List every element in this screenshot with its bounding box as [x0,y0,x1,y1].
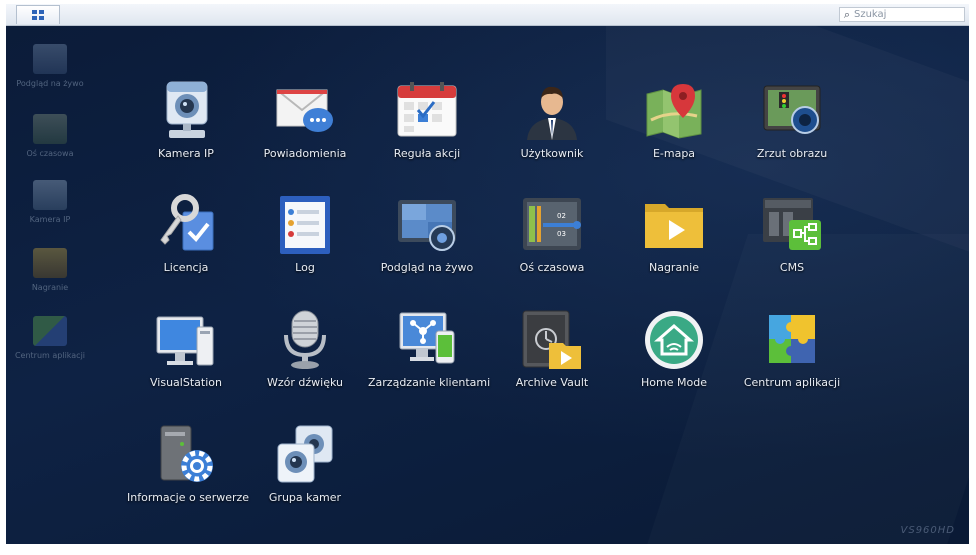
archive-vault-icon [521,309,583,371]
app-action-rule[interactable]: Reguła akcji [368,80,486,160]
snapshot-icon [761,80,823,142]
app-camera-group[interactable]: Grupa kamer [246,424,364,504]
taskbar: ⌕ Szukaj [6,4,969,26]
license-key-icon [155,194,217,256]
app-server-info[interactable]: Informacje o serwerze [127,424,250,504]
shortcut-ip-camera[interactable]: Kamera IP [14,180,86,225]
app-archive-vault[interactable]: Archive Vault [493,309,611,389]
shortcut-label: Centrum aplikacji [14,351,86,360]
app-user[interactable]: Użytkownik [493,80,611,160]
notification-icon [274,80,336,142]
app-label: CMS [779,261,805,274]
microphone-icon [274,309,336,371]
live-view-icon [396,194,458,256]
app-recording[interactable]: Nagranie [615,194,733,274]
calendar-icon [396,80,458,142]
brand-logo: VS960HD [900,525,955,536]
search-placeholder: Szukaj [854,9,887,20]
app-label: Reguła akcji [393,147,461,160]
app-label: Kamera IP [158,147,214,160]
live-view-icon [33,44,67,74]
shortcut-app-center[interactable]: Centrum aplikacji [14,316,86,361]
shortcut-timeline[interactable]: Oś czasowa [14,114,86,159]
main-menu-button[interactable] [16,5,60,24]
app-label: VisualStation [150,376,222,389]
timeline-icon: 02 03 [521,194,583,256]
app-label: Centrum aplikacji [743,376,841,389]
app-e-map[interactable]: E-mapa [615,80,733,160]
app-label: Oś czasowa [519,261,585,274]
client-management-icon [396,309,458,371]
visualstation-icon [155,309,217,371]
app-log[interactable]: Log [246,194,364,274]
shortcut-live-view[interactable]: Podgląd na żywo [14,44,86,89]
app-cms[interactable]: CMS [733,194,851,274]
shortcut-label: Nagranie [31,283,69,292]
app-timeline[interactable]: 02 03 Oś czasowa [493,194,611,274]
home-mode-icon [643,309,705,371]
app-center-icon [33,316,67,346]
app-audio-pattern[interactable]: Wzór dźwięku [246,309,364,389]
app-label: Nagranie [648,261,699,274]
app-label: Wzór dźwięku [267,376,343,389]
cms-icon [761,194,823,256]
desktop: ⌕ Szukaj Podgląd na żywo Oś czasowa Kame… [6,4,969,544]
grid-icon [32,10,44,20]
app-client-management[interactable]: Zarządzanie klientami [368,309,491,389]
app-label: Powiadomienia [263,147,347,160]
app-ip-camera[interactable]: Kamera IP [127,80,245,160]
app-snapshot[interactable]: Zrzut obrazu [733,80,851,160]
app-label: Zrzut obrazu [756,147,828,160]
user-icon [521,80,583,142]
recording-icon [643,194,705,256]
app-label: Zarządzanie klientami [368,376,491,389]
shortcut-recording[interactable]: Nagranie [14,248,86,293]
app-label: Informacje o serwerze [127,491,250,504]
svg-text:03: 03 [557,230,566,238]
shortcut-label: Oś czasowa [26,149,74,158]
camera-group-icon [274,424,336,486]
app-label: E-mapa [652,147,696,160]
shortcut-label: Kamera IP [29,215,71,224]
app-notifications[interactable]: Powiadomienia [246,80,364,160]
app-license[interactable]: Licencja [127,194,245,274]
app-label: Użytkownik [520,147,584,160]
app-center-icon [761,309,823,371]
app-live-view[interactable]: Podgląd na żywo [368,194,486,274]
app-label: Archive Vault [515,376,589,389]
ip-camera-icon [155,80,217,142]
shortcut-label: Podgląd na żywo [16,79,84,88]
svg-text:02: 02 [557,212,566,220]
app-label: Licencja [163,261,209,274]
ip-camera-icon [33,180,67,210]
app-label: Grupa kamer [268,491,342,504]
app-visualstation[interactable]: VisualStation [127,309,245,389]
recording-icon [33,248,67,278]
map-icon [643,80,705,142]
search-box[interactable]: ⌕ Szukaj [839,7,965,22]
log-icon [274,194,336,256]
app-label: Log [295,261,315,274]
app-app-center[interactable]: Centrum aplikacji [733,309,851,389]
app-home-mode[interactable]: Home Mode [615,309,733,389]
app-label: Podgląd na żywo [380,261,474,274]
search-icon: ⌕ [843,7,851,21]
server-info-icon [155,424,217,486]
app-label: Home Mode [641,376,707,389]
timeline-icon [33,114,67,144]
